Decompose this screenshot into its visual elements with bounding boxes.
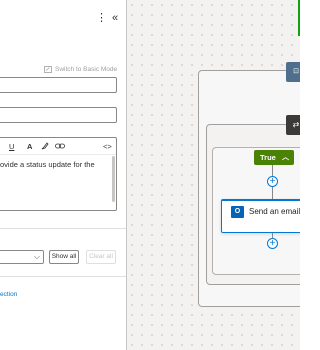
switch-mode-icon xyxy=(44,66,52,73)
add-action-plus-icon[interactable]: + xyxy=(267,176,278,187)
email-body-text: ovide a status update for the xyxy=(0,160,95,169)
connection-link[interactable]: ection xyxy=(0,291,17,298)
rich-text-toolbar: U A <> xyxy=(0,138,116,155)
switch-mode-label: Switch to Basic Mode xyxy=(55,66,118,73)
send-an-email-action-card[interactable]: O Send an email xyxy=(221,199,300,233)
chevron-up-icon[interactable]: ︿ xyxy=(282,150,289,165)
add-action-plus-icon[interactable]: + xyxy=(267,238,278,249)
condition-icon[interactable]: ⇄ xyxy=(286,115,300,135)
outlook-icon: O xyxy=(231,206,244,218)
underline-button[interactable]: U xyxy=(9,142,14,151)
action-title: Send an email xyxy=(249,207,300,216)
link-icon[interactable] xyxy=(55,142,65,152)
text-input-2[interactable] xyxy=(0,107,117,123)
font-color-button[interactable]: A xyxy=(27,142,32,151)
advanced-parameters-dropdown[interactable]: ⌵ xyxy=(0,250,44,264)
properties-panel: ⋮ « Switch to Basic Mode U A <> ovide a … xyxy=(0,0,127,350)
body-rich-text-editor[interactable]: U A <> ovide a status update for the xyxy=(0,137,117,211)
editor-scrollbar[interactable] xyxy=(112,156,115,202)
text-input-1[interactable] xyxy=(0,77,117,93)
code-view-button[interactable]: <> xyxy=(103,142,112,151)
true-branch-label[interactable]: True ︿ xyxy=(254,150,294,165)
section-divider xyxy=(0,276,126,277)
more-vertical-icon[interactable]: ⋮ xyxy=(96,12,107,24)
green-connector xyxy=(298,0,300,36)
card-accent-bar xyxy=(222,200,300,201)
section-divider xyxy=(0,228,126,229)
double-chevron-left-icon[interactable]: « xyxy=(112,12,118,24)
true-branch-text: True xyxy=(260,153,276,162)
switch-to-basic-mode-link[interactable]: Switch to Basic Mode xyxy=(44,66,117,73)
clear-all-button[interactable]: Clear all xyxy=(86,250,116,264)
highlight-icon[interactable] xyxy=(41,142,49,152)
chevron-down-icon: ⌵ xyxy=(33,252,40,261)
outer-scope-action-icon[interactable]: ⊡ xyxy=(286,62,300,82)
flow-designer-canvas[interactable]: ⊡ ⇄ True ︿ + O Send an email + xyxy=(127,0,300,350)
show-all-button[interactable]: Show all xyxy=(49,250,79,264)
